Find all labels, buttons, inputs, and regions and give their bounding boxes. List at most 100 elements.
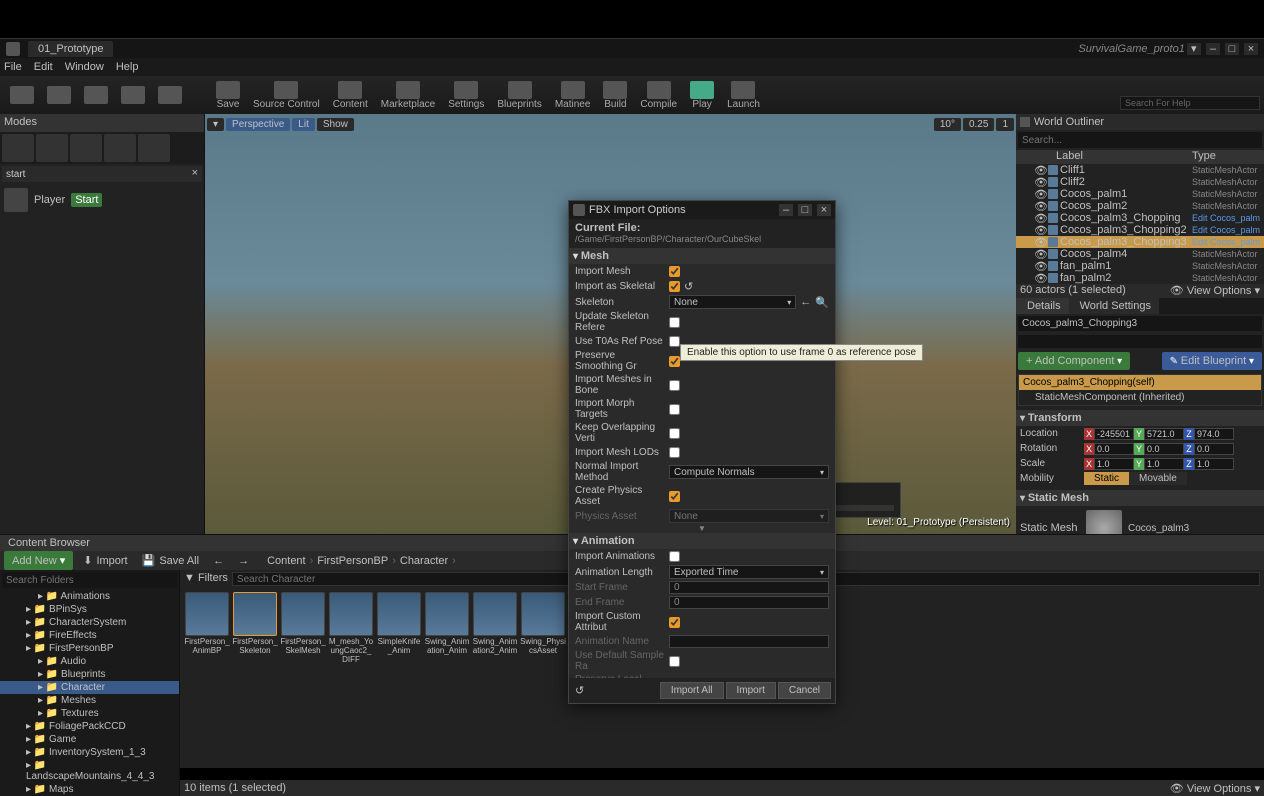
import-button[interactable]: ⬇ Import — [79, 552, 131, 569]
outliner-row[interactable]: 👁Cocos_palm4StaticMeshActor — [1016, 248, 1264, 260]
create-physics-checkbox[interactable] — [669, 491, 680, 502]
matinee-button[interactable]: Matinee — [549, 79, 597, 112]
breadcrumb-content[interactable]: Content — [267, 555, 306, 567]
lit-button[interactable]: Lit — [292, 118, 315, 131]
outliner-row[interactable]: 👁Cocos_palm1StaticMeshActor — [1016, 188, 1264, 200]
import-lods-checkbox[interactable] — [669, 447, 680, 458]
foliage-mode-icon[interactable] — [104, 134, 136, 162]
viewport-options-button[interactable]: ▾ — [207, 118, 224, 131]
asset-item[interactable]: FirstPerson_AnimBP — [184, 592, 230, 656]
edit-blueprint-button[interactable]: ✎ Edit Blueprint ▾ — [1162, 352, 1262, 370]
section-mesh[interactable]: ▾ Mesh — [569, 248, 835, 264]
asset-item[interactable]: Swing_PhysicsAsset — [520, 592, 566, 656]
perspective-button[interactable]: Perspective — [226, 118, 290, 131]
tree-item[interactable]: ▸ 📁 Character — [0, 681, 179, 694]
loc-x[interactable] — [1094, 428, 1134, 440]
import-skeletal-checkbox[interactable] — [669, 281, 680, 292]
tree-item[interactable]: ▸ 📁 Animations — [0, 590, 179, 603]
forward-button[interactable]: → — [234, 553, 253, 569]
outliner-row[interactable]: 👁Cocos_palm3_Chopping2Edit Cocos_palm — [1016, 224, 1264, 236]
dialog-maximize[interactable]: □ — [798, 204, 812, 216]
settings-button[interactable]: Settings — [442, 79, 490, 112]
breadcrumb-character[interactable]: Character — [400, 555, 448, 567]
camera-speed-button[interactable]: 1 — [996, 118, 1014, 131]
outliner-row[interactable]: 👁fan_palm1StaticMeshActor — [1016, 260, 1264, 272]
scl-y[interactable] — [1144, 458, 1184, 470]
breadcrumb-firstpersonbp[interactable]: FirstPersonBP — [317, 555, 388, 567]
preserve-smoothing-checkbox[interactable] — [669, 356, 680, 367]
clear-search-icon[interactable]: × — [192, 167, 198, 181]
outliner-search-input[interactable] — [1022, 133, 1258, 147]
add-component-button[interactable]: + Add Component ▾ — [1018, 352, 1130, 370]
outliner-view-options[interactable]: 👁 View Options ▾ — [1170, 284, 1260, 298]
tree-search-input[interactable] — [6, 573, 173, 587]
overlapping-verts-checkbox[interactable] — [669, 428, 680, 439]
close-button[interactable]: × — [1244, 43, 1258, 55]
asset-item[interactable]: Swing_Animation2_Anim — [472, 592, 518, 656]
actor-name-field[interactable]: Cocos_palm3_Chopping3 — [1018, 316, 1262, 331]
landscape-mode-icon[interactable] — [70, 134, 102, 162]
launch-button[interactable]: Launch — [721, 79, 766, 112]
tree-item[interactable]: ▸ 📁 Game — [0, 733, 179, 746]
dialog-close[interactable]: × — [817, 204, 831, 216]
reset-icon[interactable]: ↺ — [684, 280, 696, 293]
geometry-mode-icon[interactable] — [138, 134, 170, 162]
scl-z[interactable] — [1194, 458, 1234, 470]
outliner-row[interactable]: 👁Cliff2StaticMeshActor — [1016, 176, 1264, 188]
details-search-input[interactable] — [1022, 336, 1258, 347]
rot-y[interactable] — [1144, 443, 1184, 455]
mobility-movable[interactable]: Movable — [1129, 472, 1187, 485]
asset-item[interactable]: M_mesh_YoungCaoc2_DIFF — [328, 592, 374, 664]
placeable-actor[interactable]: Player Start — [4, 188, 200, 212]
asset-item[interactable]: FirstPerson_SkelMesh — [280, 592, 326, 656]
loc-z[interactable] — [1194, 428, 1234, 440]
project-tab[interactable]: 01_Prototype — [28, 41, 113, 57]
browse-icon[interactable]: ← — [800, 296, 811, 308]
col-label[interactable]: Label — [1016, 150, 1192, 164]
tree-item[interactable]: ▸ 📁 BPinSys — [0, 603, 179, 616]
asset-item[interactable]: FirstPerson_Skeleton — [232, 592, 278, 656]
menu-edit[interactable]: Edit — [34, 61, 53, 73]
content-button[interactable]: Content — [327, 79, 374, 112]
loc-y[interactable] — [1144, 428, 1184, 440]
placemode-search-input[interactable] — [6, 167, 192, 181]
anim-length-dropdown[interactable]: Exported Time — [669, 565, 829, 579]
save-all-button[interactable]: 💾 Save All — [138, 552, 203, 569]
outliner-row[interactable]: 👁Cocos_palm2StaticMeshActor — [1016, 200, 1264, 212]
rot-z[interactable] — [1194, 443, 1234, 455]
new-window-icon[interactable]: ▾ — [1187, 43, 1201, 55]
import-bones-checkbox[interactable] — [669, 380, 680, 391]
normal-method-dropdown[interactable]: Compute Normals — [669, 465, 829, 479]
update-skeleton-checkbox[interactable] — [669, 317, 680, 328]
menu-file[interactable]: File — [4, 61, 22, 73]
scl-x[interactable] — [1094, 458, 1134, 470]
back-button[interactable]: ← — [209, 553, 228, 569]
outliner-row[interactable]: 👁Cocos_palm3_Chopping3Edit Cocos_palm — [1016, 236, 1264, 248]
skeleton-dropdown[interactable]: None — [669, 295, 796, 309]
source-control-button[interactable]: Source Control — [247, 79, 326, 112]
tree-item[interactable]: ▸ 📁 FireEffects — [0, 629, 179, 642]
reset-to-default-icon[interactable]: ↺ — [573, 682, 586, 699]
search-help-input[interactable]: Search For Help — [1120, 96, 1260, 110]
paint-mode-icon[interactable] — [36, 134, 68, 162]
expand-mesh-icon[interactable]: ▼ — [569, 524, 835, 533]
cancel-button[interactable]: Cancel — [778, 682, 831, 699]
save-button[interactable]: Save — [210, 79, 246, 112]
marketplace-button[interactable]: Marketplace — [375, 79, 441, 112]
tree-item[interactable]: ▸ 📁 Meshes — [0, 694, 179, 707]
play-button[interactable]: Play — [684, 79, 720, 112]
find-icon[interactable]: 🔍 — [815, 296, 829, 309]
outliner-row[interactable]: 👁fan_palm2StaticMeshActor — [1016, 272, 1264, 284]
snap-scale-button[interactable]: 0.25 — [963, 118, 994, 131]
section-static-mesh[interactable]: ▾ Static Mesh — [1016, 490, 1264, 506]
outliner-row[interactable]: 👁Cocos_palm3_ChoppingEdit Cocos_palm — [1016, 212, 1264, 224]
rot-x[interactable] — [1094, 443, 1134, 455]
blueprints-button[interactable]: Blueprints — [491, 79, 547, 112]
tree-item[interactable]: ▸ 📁 CharacterSystem — [0, 616, 179, 629]
compile-button[interactable]: Compile — [634, 79, 683, 112]
import-anim-checkbox[interactable] — [669, 551, 680, 562]
menu-help[interactable]: Help — [116, 61, 139, 73]
section-transform[interactable]: ▾ Transform — [1016, 410, 1264, 426]
asset-item[interactable]: SimpleKnife_Anim — [376, 592, 422, 656]
tree-item[interactable]: ▸ 📁 Textures — [0, 707, 179, 720]
